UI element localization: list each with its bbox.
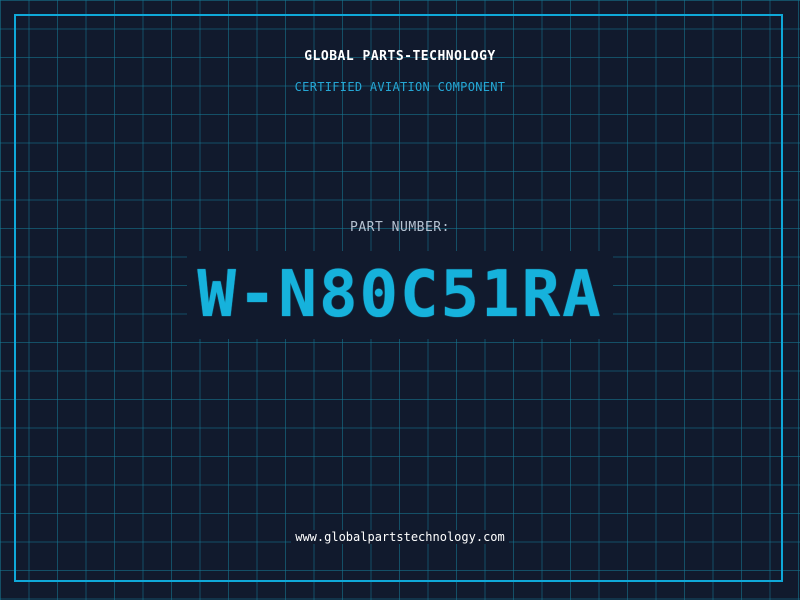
website-link[interactable]: www.globalpartstechnology.com <box>291 530 509 544</box>
certification-tagline: CERTIFIED AVIATION COMPONENT <box>294 80 506 94</box>
website-footer: www.globalpartstechnology.com <box>0 530 800 544</box>
company-name: GLOBAL PARTS-TECHNOLOGY <box>304 49 496 64</box>
part-number-container: W-N80C51RA <box>0 250 800 340</box>
part-number-label: PART NUMBER: <box>350 220 450 235</box>
part-number-value: W-N80C51RA <box>187 251 613 339</box>
part-card: GLOBAL PARTS-TECHNOLOGY CERTIFIED AVIATI… <box>0 0 800 600</box>
